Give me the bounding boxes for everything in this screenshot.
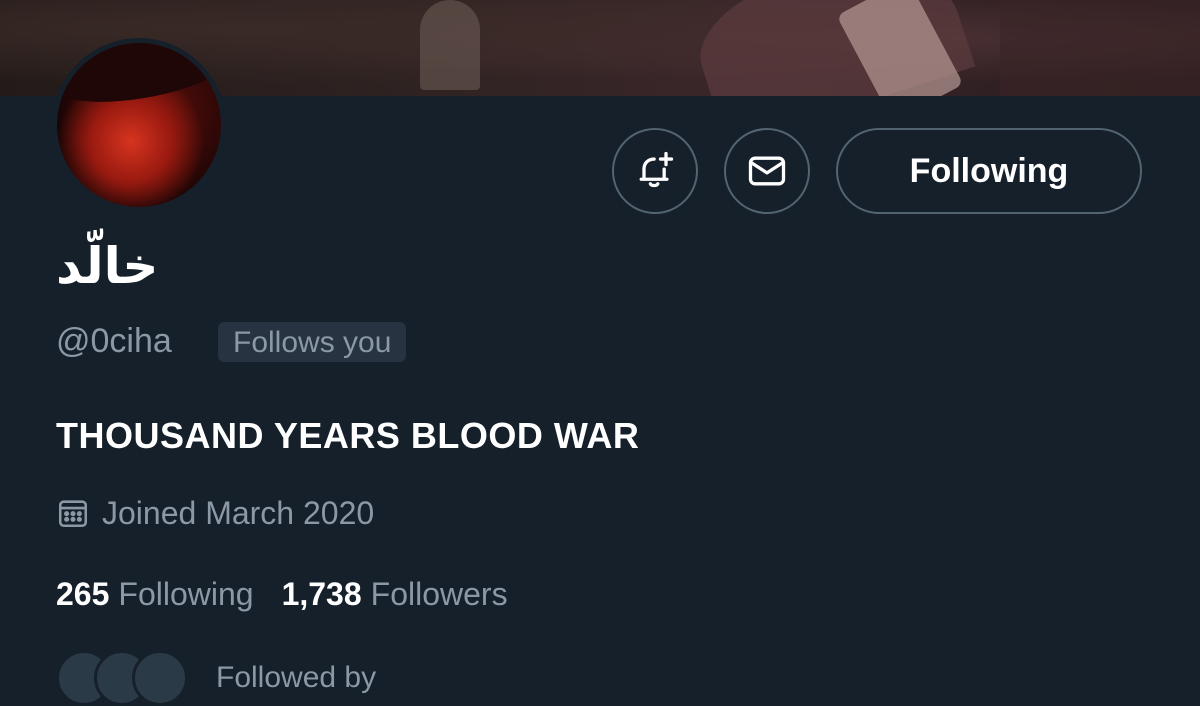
avatar-detail	[57, 43, 221, 115]
mutual-avatar	[132, 650, 188, 706]
following-count: 265	[56, 576, 110, 612]
joined-date: Joined March 2020	[56, 492, 374, 534]
envelope-icon	[748, 156, 786, 186]
follow-stats: 265 Following 1,738 Followers	[56, 573, 536, 615]
followed-by-row[interactable]: Followed by	[56, 650, 376, 706]
message-button[interactable]	[724, 128, 810, 214]
following-label: Following	[118, 576, 254, 612]
follows-you-badge: Follows you	[218, 322, 407, 362]
followers-label: Followers	[370, 576, 508, 612]
user-handle: @0ciha	[56, 322, 172, 360]
banner-figure	[420, 0, 480, 90]
followers-stat-link[interactable]: 1,738 Followers	[282, 573, 508, 615]
bell-plus-icon	[639, 151, 674, 188]
calendar-icon	[58, 500, 88, 528]
followed-by-text: Followed by	[216, 661, 377, 694]
avatar-image	[57, 43, 221, 207]
following-stat-link[interactable]: 265 Following	[56, 573, 254, 615]
display-name: خالّد	[56, 237, 159, 295]
followers-count: 1,738	[281, 576, 362, 612]
joined-text: Joined March 2020	[102, 495, 375, 531]
banner-shape	[1000, 0, 1200, 96]
profile-avatar[interactable]	[52, 38, 226, 212]
profile-bio: THOUSAND YEARS BLOOD WAR	[56, 415, 640, 456]
notifications-button[interactable]	[612, 128, 698, 214]
following-button[interactable]: Following	[836, 128, 1142, 214]
